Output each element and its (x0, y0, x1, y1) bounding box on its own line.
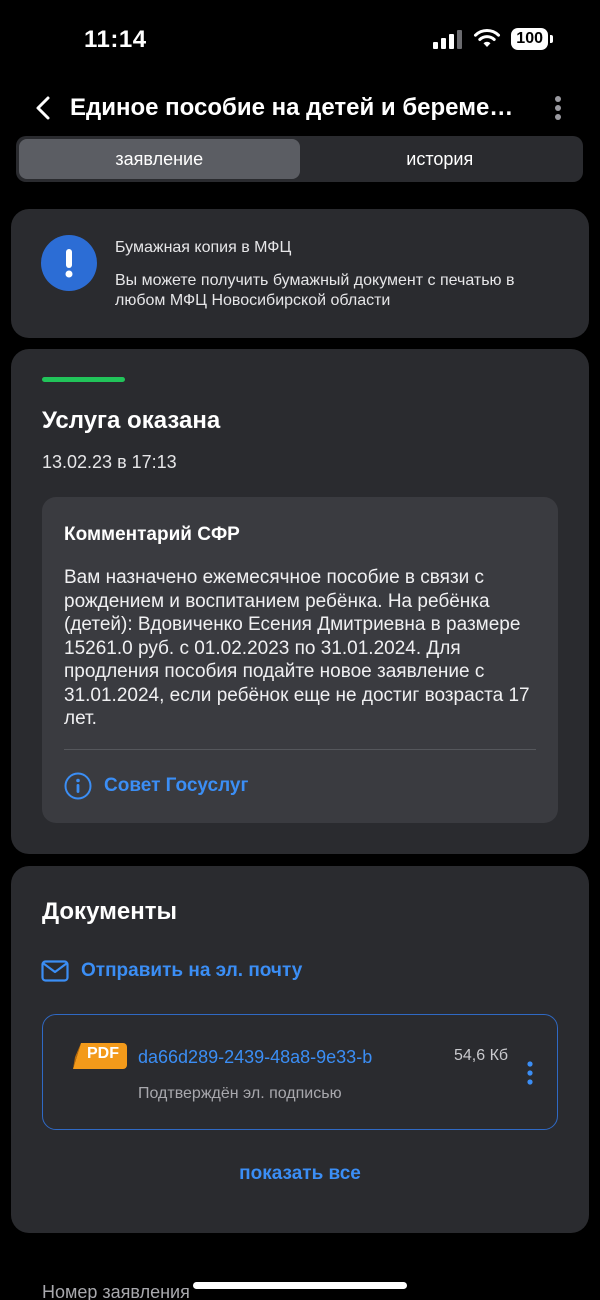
application-number-label: Номер заявления (42, 1282, 190, 1300)
status-indicator-bar (42, 377, 125, 382)
show-all-button[interactable]: показать все (11, 1163, 589, 1185)
status-icons: 100 (433, 28, 553, 50)
mfc-notice-card: Бумажная копия в МФЦ Вы можете получить … (11, 209, 589, 338)
status-title: Услуга оказана (42, 407, 221, 434)
page-title: Единое пособие на детей и беременных (70, 94, 520, 121)
notice-text: Вы можете получить бумажный документ с п… (115, 272, 515, 309)
wifi-icon (474, 29, 501, 47)
comment-text: Вам назначено ежемесячное пособие в связ… (64, 567, 530, 729)
document-name[interactable]: da66d289-2439-48a8-9e33-b (138, 1047, 438, 1068)
send-email-button[interactable]: Отправить на эл. почту (41, 960, 302, 982)
tab-application[interactable]: заявление (19, 139, 300, 179)
home-indicator[interactable] (193, 1282, 407, 1289)
status-card: Услуга оказана 13.02.23 в 17:13 Коммента… (11, 349, 589, 854)
documents-card: Документы Отправить на эл. почту PDF da6… (11, 866, 589, 1233)
status-bar: 11:14 100 (0, 0, 600, 80)
more-vertical-icon[interactable] (523, 1059, 537, 1087)
document-signature-status: Подтверждён эл. подписью (138, 1085, 342, 1102)
gosuslugi-tip-link[interactable]: Совет Госуслуг (64, 772, 248, 800)
send-email-label: Отправить на эл. почту (81, 960, 303, 981)
info-circle-icon (64, 772, 92, 800)
tab-history[interactable]: история (300, 139, 581, 179)
notice-title: Бумажная копия в МФЦ (115, 239, 292, 256)
exclamation-icon (41, 235, 97, 291)
status-time: 11:14 (84, 26, 147, 53)
divider (64, 749, 536, 750)
battery-indicator: 100 (511, 28, 553, 50)
segmented-tabs: заявление история (16, 136, 583, 182)
pdf-badge-label: PDF (87, 1045, 119, 1062)
status-date: 13.02.23 в 17:13 (42, 452, 177, 472)
document-item[interactable]: PDF da66d289-2439-48a8-9e33-b 54,6 Кб По… (42, 1014, 558, 1130)
tip-label: Совет Госуслуг (104, 775, 249, 796)
cellular-signal-icon (433, 30, 463, 49)
comment-title: Комментарий СФР (64, 524, 240, 545)
more-vertical-icon[interactable] (548, 92, 568, 124)
document-size: 54,6 Кб (454, 1047, 509, 1064)
nav-bar: Единое пособие на детей и беременных (0, 86, 600, 130)
documents-title: Документы (42, 898, 177, 925)
comment-box: Комментарий СФР Вам назначено ежемесячно… (42, 497, 558, 823)
envelope-icon (41, 960, 69, 982)
back-chevron-icon[interactable] (30, 92, 58, 124)
